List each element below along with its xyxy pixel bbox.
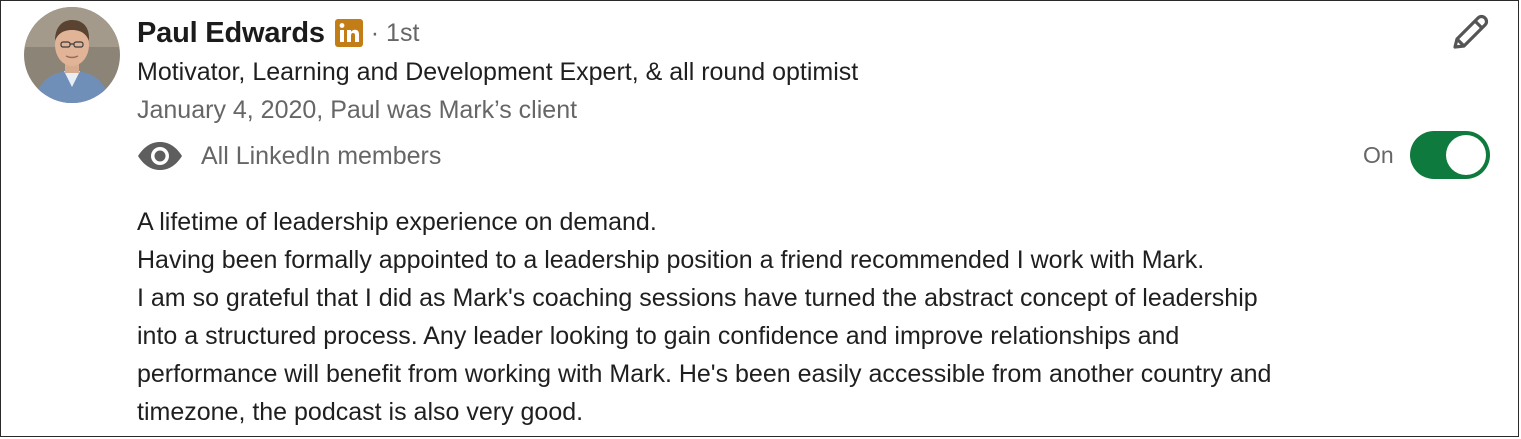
show-recommendation-toggle-area: On <box>1363 129 1490 181</box>
recommendation-text-line: I am so grateful that I did as Mark's co… <box>137 284 1258 312</box>
recommendation-card: Paul Edwards · 1st Motivator, Learning a… <box>0 0 1519 437</box>
recommendation-text-line: into a structured process. Any leader lo… <box>137 322 1180 350</box>
recommendation-text-line: Having been formally appointed to a lead… <box>137 246 1205 274</box>
connection-degree: · 1st <box>370 18 420 47</box>
toggle-knob <box>1445 135 1486 175</box>
toggle-state-label: On <box>1363 141 1394 168</box>
recommendation-text-line: performance will benefit from working wi… <box>137 360 1272 388</box>
pencil-icon <box>1453 14 1489 49</box>
author-headline: Motivator, Learning and Development Expe… <box>137 58 859 86</box>
edit-button[interactable] <box>1445 9 1493 57</box>
visibility-toggle[interactable] <box>1409 131 1490 179</box>
author-row: Paul Edwards · 1st <box>137 13 419 53</box>
avatar[interactable] <box>24 7 120 103</box>
visibility-label: All LinkedIn members <box>201 141 442 170</box>
recommendation-text-line: timezone, the podcast is also very good. <box>137 398 584 426</box>
avatar-photo <box>24 7 120 103</box>
linkedin-icon <box>334 19 363 47</box>
eye-icon <box>138 142 182 170</box>
visibility-setting: All LinkedIn members <box>137 137 441 175</box>
recommendation-text-line: A lifetime of leadership experience on d… <box>137 208 657 236</box>
recommendation-text: A lifetime of leadership experience on d… <box>137 203 1497 431</box>
relationship-date: January 4, 2020, Paul was Mark’s client <box>137 96 578 124</box>
author-name[interactable]: Paul Edwards <box>137 17 325 50</box>
